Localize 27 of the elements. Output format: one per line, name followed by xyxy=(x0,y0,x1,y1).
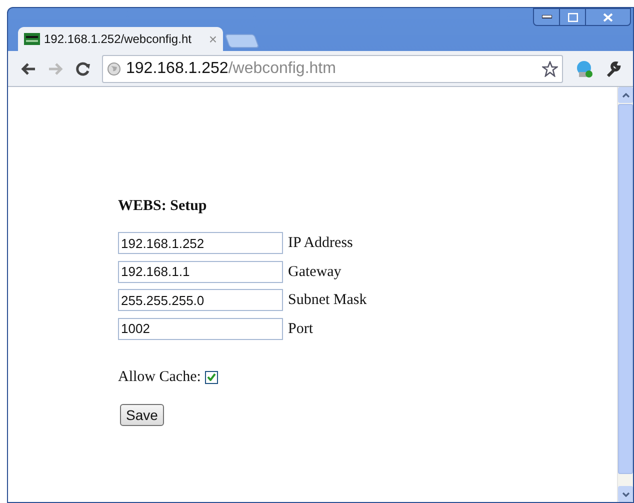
scroll-up-icon[interactable] xyxy=(618,87,633,103)
tab-title: 192.168.1.252/webconfig.ht xyxy=(44,31,192,48)
field-label: Gateway xyxy=(288,262,342,282)
globe-icon xyxy=(107,62,121,76)
board-icon xyxy=(24,33,40,45)
scroll-thumb[interactable] xyxy=(618,104,633,474)
input-field[interactable]: 192.168.1.1 xyxy=(118,260,283,283)
star-icon[interactable] xyxy=(542,60,558,76)
reload-icon[interactable] xyxy=(76,62,90,76)
page-heading: WEBS: Setup xyxy=(118,197,208,215)
allow-cache-label: Allow Cache: xyxy=(118,368,201,387)
allow-cache-checkbox[interactable] xyxy=(204,370,218,384)
input-field[interactable]: 1002 xyxy=(118,318,283,340)
field-label: Port xyxy=(288,320,314,338)
field-label: Subnet Mask xyxy=(288,291,367,310)
input-field[interactable]: 255.255.255.0 xyxy=(118,289,283,312)
save-button[interactable]: Save xyxy=(120,404,164,426)
field-label: IP Address xyxy=(288,234,353,253)
browser-tab[interactable]: 192.168.1.252/webconfig.ht × xyxy=(18,27,223,51)
scroll-down-icon[interactable] xyxy=(618,486,633,502)
wrench-icon[interactable] xyxy=(605,60,621,76)
address-bar[interactable]: 192.168.1.252/webconfig.htm xyxy=(102,54,563,82)
url-text: 192.168.1.252/webconfig.htm xyxy=(126,58,337,78)
back-icon[interactable] xyxy=(20,62,36,76)
scrollbar[interactable] xyxy=(617,87,633,502)
extension-icon[interactable] xyxy=(575,60,593,78)
input-field[interactable]: 192.168.1.252 xyxy=(118,232,283,254)
